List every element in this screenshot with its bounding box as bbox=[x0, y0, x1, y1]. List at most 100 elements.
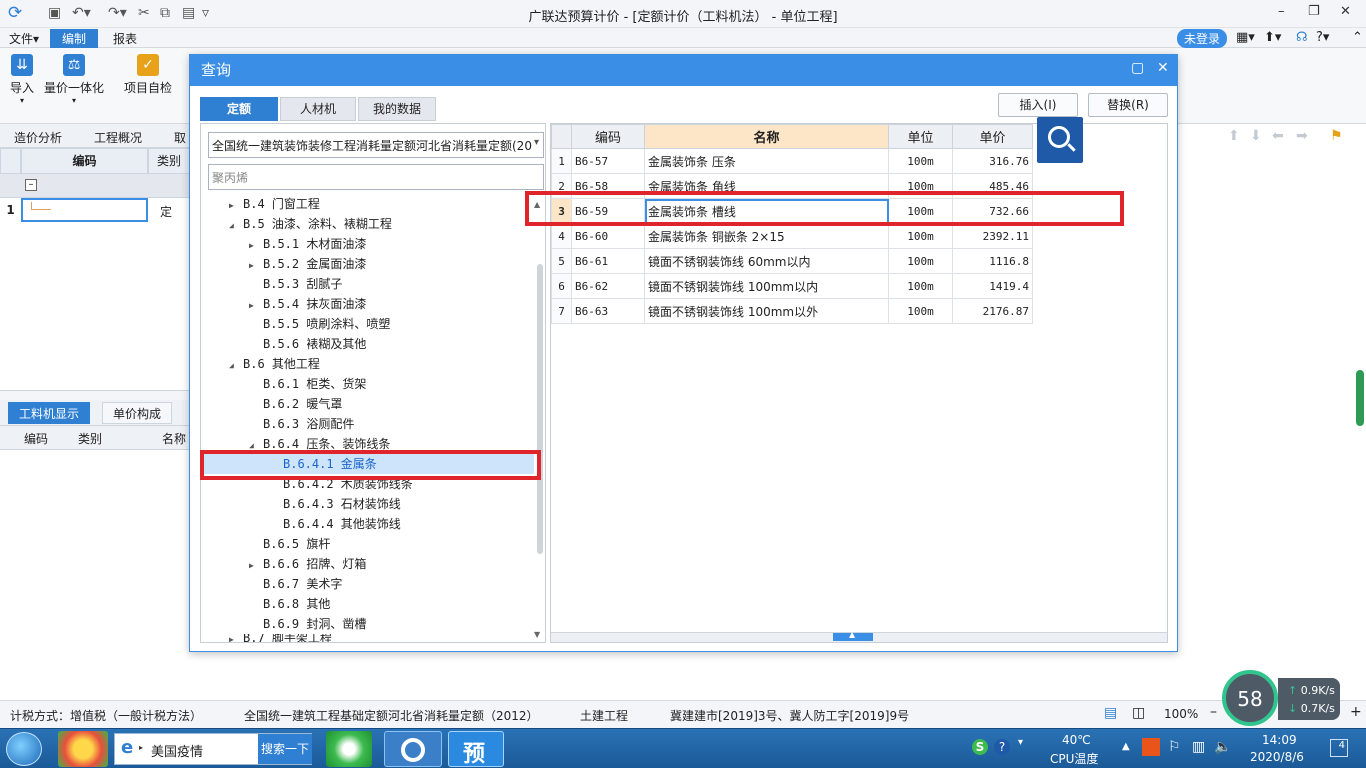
help-tray-icon[interactable]: ? bbox=[994, 739, 1010, 755]
tree-node[interactable]: B.6.7 美术字 bbox=[249, 574, 342, 594]
move-left-icon[interactable]: ⬅ bbox=[1272, 128, 1284, 144]
expand-toggle-icon[interactable]: ▶ bbox=[249, 556, 263, 576]
price-cell[interactable]: 1116.8 bbox=[952, 248, 1033, 274]
expand-toggle-icon[interactable]: ▶ bbox=[229, 196, 243, 216]
price-cell[interactable]: 2176.87 bbox=[952, 298, 1033, 324]
tree-node[interactable]: B.6.1 柜类、货架 bbox=[249, 374, 366, 394]
network-tray-icon[interactable]: ▥ bbox=[1192, 739, 1205, 755]
name-cell[interactable]: 镜面不锈钢装饰线 60mm以内 bbox=[644, 248, 889, 274]
price-cell[interactable]: 1419.4 bbox=[952, 273, 1033, 299]
bottom-col-code[interactable]: 编码 bbox=[24, 430, 48, 447]
dialog-close-icon[interactable]: ✕ bbox=[1157, 60, 1169, 76]
360-browser-icon[interactable] bbox=[326, 731, 372, 767]
dialog-title-bar[interactable]: 查询 bbox=[190, 55, 1177, 86]
tree-node[interactable]: ▶ B.7 脚手架工程 bbox=[229, 634, 332, 642]
upload-icon[interactable]: ⬆▾ bbox=[1264, 30, 1281, 45]
headset-icon[interactable]: ☊ bbox=[1296, 30, 1308, 45]
filter-icon[interactable]: ⚑ bbox=[1330, 128, 1343, 144]
tree-node[interactable]: ▶ B.6.6 招牌、灯箱 bbox=[249, 554, 366, 574]
menu-report[interactable]: 报表 bbox=[113, 30, 137, 47]
table-row[interactable]: 1 B6-57 金属装饰条 压条 100m 316.76 bbox=[551, 148, 1033, 174]
zoom-in-icon[interactable]: + bbox=[1350, 704, 1362, 720]
import-button[interactable]: ⇊ 导入 ▾ bbox=[10, 54, 34, 105]
table-row[interactable]: 5 B6-61 镜面不锈钢装饰线 60mm以内 100m 1116.8 bbox=[551, 248, 1033, 274]
name-cell[interactable]: 金属装饰条 铜嵌条 2×15 bbox=[644, 223, 889, 249]
restore-icon[interactable]: ❐ bbox=[1308, 4, 1320, 19]
tab-more[interactable]: 取 bbox=[174, 129, 186, 146]
row-index[interactable]: 1 bbox=[551, 148, 572, 174]
tree-node[interactable]: B.6.8 其他 bbox=[249, 594, 330, 614]
quota-library-select[interactable]: 全国统一建筑装饰装修工程消耗量定额河北省消耗量定额(20 ▾ bbox=[208, 132, 544, 158]
tree-node[interactable]: B.6.4.4 其他装饰线 bbox=[269, 514, 401, 534]
unit-cell[interactable]: 100m bbox=[888, 223, 953, 249]
budget-app-button[interactable]: 预 bbox=[448, 731, 504, 767]
tree-node[interactable]: B.6.9 封洞、凿槽 bbox=[249, 614, 366, 634]
tree-node[interactable]: B.5.5 喷刷涂料、喷塑 bbox=[249, 314, 390, 334]
unit-price-button[interactable]: ⚖ 量价一体化 ▾ bbox=[44, 54, 104, 105]
tree-node[interactable]: B.6.2 暖气罩 bbox=[249, 394, 342, 414]
header-code[interactable]: 编码 bbox=[571, 124, 645, 149]
move-down-icon[interactable]: ⬇ bbox=[1250, 128, 1262, 144]
table-row[interactable]: 4 B6-60 金属装饰条 铜嵌条 2×15 100m 2392.11 bbox=[551, 223, 1033, 249]
zoom-out-icon[interactable]: – bbox=[1210, 704, 1217, 720]
code-cell[interactable]: B6-57 bbox=[571, 148, 645, 174]
bottom-col-type[interactable]: 类别 bbox=[78, 430, 102, 447]
row-index[interactable]: 7 bbox=[551, 298, 572, 324]
tree-node[interactable]: B.6.5 旗杆 bbox=[249, 534, 330, 554]
move-right-icon[interactable]: ➡ bbox=[1296, 128, 1308, 144]
tree-node[interactable]: B.6.4.3 石材装饰线 bbox=[269, 494, 401, 514]
code-cell[interactable]: B6-62 bbox=[571, 273, 645, 299]
table-row[interactable]: 6 B6-62 镜面不锈钢装饰线 100mm以内 100m 1419.4 bbox=[551, 273, 1033, 299]
group-row[interactable]: – bbox=[0, 174, 190, 198]
type-cell[interactable]: 定 bbox=[160, 203, 172, 220]
tree-node[interactable]: B.5.6 裱糊及其他 bbox=[249, 334, 366, 354]
show-hidden-icons[interactable]: ▲ bbox=[1122, 741, 1130, 752]
tree-node[interactable]: B.6.3 浴厕配件 bbox=[249, 414, 354, 434]
tree-search-input[interactable]: 聚丙烯 bbox=[208, 164, 544, 190]
tab-project-overview[interactable]: 工程概况 bbox=[94, 129, 142, 146]
flag-tray-icon[interactable]: ⚐ bbox=[1168, 739, 1181, 755]
expand-toggle-icon[interactable]: ▶ bbox=[249, 256, 263, 276]
self-check-button[interactable]: ✓ 项目自检 bbox=[124, 54, 172, 96]
scroll-marker[interactable]: ▲ bbox=[833, 630, 873, 641]
replace-button[interactable]: 替换(R) bbox=[1088, 93, 1168, 117]
scroll-down-icon[interactable]: ▼ bbox=[534, 630, 540, 639]
app-colorful-icon[interactable] bbox=[58, 731, 108, 767]
tab-unit-composition[interactable]: 单价构成 bbox=[102, 402, 173, 424]
expand-toggle-icon[interactable]: ▶ bbox=[249, 236, 263, 256]
code-cell[interactable]: B6-60 bbox=[571, 223, 645, 249]
security-tray-icon[interactable] bbox=[1142, 738, 1160, 756]
search-icon[interactable] bbox=[1037, 117, 1083, 163]
price-cell[interactable]: 316.76 bbox=[952, 148, 1033, 174]
sogou-input-icon[interactable]: S bbox=[972, 739, 988, 755]
tree-node[interactable]: ▶ B.5.1 木材面油漆 bbox=[249, 234, 366, 254]
expand-toggle-icon[interactable]: ◢ bbox=[229, 216, 243, 236]
expand-toggle-icon[interactable]: ▶ bbox=[229, 636, 243, 643]
unit-cell[interactable]: 100m bbox=[888, 248, 953, 274]
tree-node[interactable]: ◢ B.6 其他工程 bbox=[229, 354, 320, 374]
unit-cell[interactable]: 100m bbox=[888, 298, 953, 324]
tree-node[interactable]: ▶ B.4 门窗工程 bbox=[229, 194, 320, 214]
side-scroll-indicator[interactable] bbox=[1356, 370, 1364, 426]
cloud-app-icon[interactable] bbox=[384, 731, 442, 767]
row-index[interactable]: 5 bbox=[551, 248, 572, 274]
menu-file[interactable]: 文件▾ bbox=[9, 30, 39, 47]
close-icon[interactable]: ✕ bbox=[1340, 4, 1351, 19]
tab-quota[interactable]: 定额 bbox=[200, 97, 278, 121]
header-price[interactable]: 单价 bbox=[952, 124, 1033, 149]
unit-cell[interactable]: 100m bbox=[888, 148, 953, 174]
row-index[interactable]: 4 bbox=[551, 223, 572, 249]
insert-button[interactable]: 插入(I) bbox=[998, 93, 1078, 117]
header-name[interactable]: 名称 bbox=[644, 124, 889, 149]
row-index[interactable]: 6 bbox=[551, 273, 572, 299]
expand-toggle-icon[interactable]: ◢ bbox=[229, 356, 243, 376]
volume-icon[interactable]: 🔈 bbox=[1214, 739, 1231, 755]
tab-cost-analysis[interactable]: 造价分析 bbox=[14, 129, 62, 146]
login-badge[interactable]: 未登录 bbox=[1177, 29, 1228, 48]
header-unit[interactable]: 单位 bbox=[888, 124, 953, 149]
tab-labor-material-machine[interactable]: 人材机 bbox=[280, 97, 356, 121]
col-header-type[interactable]: 类别 bbox=[148, 148, 190, 174]
split-view-icon[interactable]: ◫ bbox=[1132, 705, 1145, 721]
code-cell[interactable]: B6-63 bbox=[571, 298, 645, 324]
tree-scrollbar[interactable] bbox=[537, 264, 543, 554]
